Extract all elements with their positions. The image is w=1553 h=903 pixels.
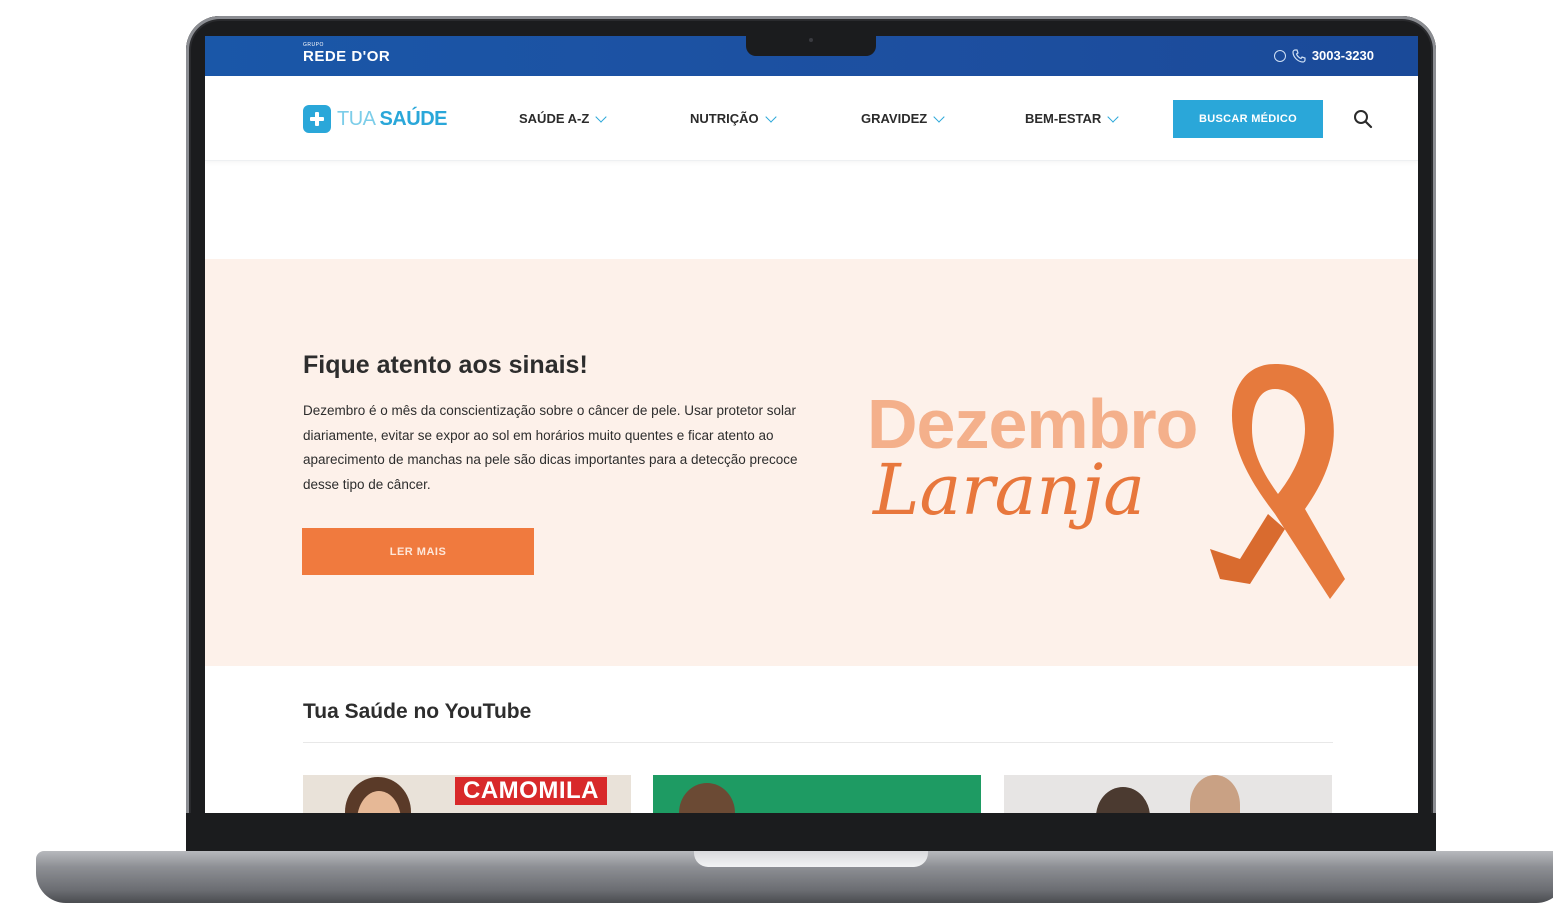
ler-mais-button[interactable]: LER MAIS <box>302 528 534 575</box>
section-divider <box>303 742 1333 743</box>
camera-icon <box>809 38 813 42</box>
menu-label: GRAVIDEZ <box>861 111 928 126</box>
camera-notch <box>746 34 876 56</box>
logo-text: TUA SAÚDE <box>337 108 447 131</box>
menu-label: NUTRIÇÃO <box>690 111 759 126</box>
chevron-down-icon <box>764 110 777 123</box>
video-thumbnail[interactable]: CAMOMILA <box>303 775 631 813</box>
plus-icon <box>303 105 331 133</box>
clock-icon[interactable] <box>1273 49 1286 62</box>
menu-label: BEM-ESTAR <box>1025 111 1102 126</box>
chevron-down-icon <box>595 110 607 123</box>
youtube-section-title: Tua Saúde no YouTube <box>303 700 532 723</box>
video-thumbnail[interactable] <box>653 775 981 813</box>
presenter-image <box>1096 787 1150 813</box>
phone-icon <box>1292 48 1306 63</box>
video-thumbnail[interactable] <box>1004 775 1332 813</box>
chevron-down-icon <box>1107 110 1119 123</box>
rede-dor-logo[interactable]: GRUPO REDE D'OR <box>303 42 391 65</box>
search-icon[interactable] <box>1353 109 1373 129</box>
awareness-ribbon-icon <box>1210 364 1345 599</box>
logo-main: SAÚDE <box>379 107 447 130</box>
contact-area: 3003-3230 <box>1273 48 1374 63</box>
menu-nutricao[interactable]: NUTRIÇÃO <box>690 110 777 126</box>
presenter-image <box>679 783 735 813</box>
menu-gravidez[interactable]: GRAVIDEZ <box>861 110 945 126</box>
campaign-banner: Fique atento aos sinais! Dezembro é o mê… <box>205 259 1418 666</box>
menu-label: SAÚDE A-Z <box>519 111 590 126</box>
main-nav: TUA SAÚDE SAÚDE A-Z NUTRIÇÃO GRAVIDEZ BE… <box>205 76 1418 161</box>
chevron-down-icon <box>933 110 945 123</box>
brand-small-label: GRUPO <box>303 42 324 48</box>
phone-number[interactable]: 3003-3230 <box>1312 48 1374 63</box>
video-caption: CAMOMILA <box>455 777 607 805</box>
logo-prefix: TUA <box>337 107 375 130</box>
brand-label: REDE D'OR <box>303 48 391 65</box>
hero-title: Fique atento aos sinais! <box>303 351 588 379</box>
browser-screen: GRUPO REDE D'OR 3003-3230 TUA SAÚDE SAÚD… <box>205 36 1418 813</box>
tua-saude-logo[interactable]: TUA SAÚDE <box>303 105 447 133</box>
menu-bem-estar[interactable]: BEM-ESTAR <box>1025 110 1119 126</box>
bottom-bezel <box>186 813 1436 853</box>
base-groove <box>694 851 928 867</box>
menu-saude-a-z[interactable]: SAÚDE A-Z <box>519 110 607 126</box>
buscar-medico-button[interactable]: BUSCAR MÉDICO <box>1173 100 1323 138</box>
campaign-title-line2: Laranja <box>873 449 1145 531</box>
hero-text: Dezembro é o mês da conscientização sobr… <box>303 403 798 492</box>
presenter-image-2 <box>1190 775 1240 813</box>
laptop-base <box>36 851 1553 903</box>
